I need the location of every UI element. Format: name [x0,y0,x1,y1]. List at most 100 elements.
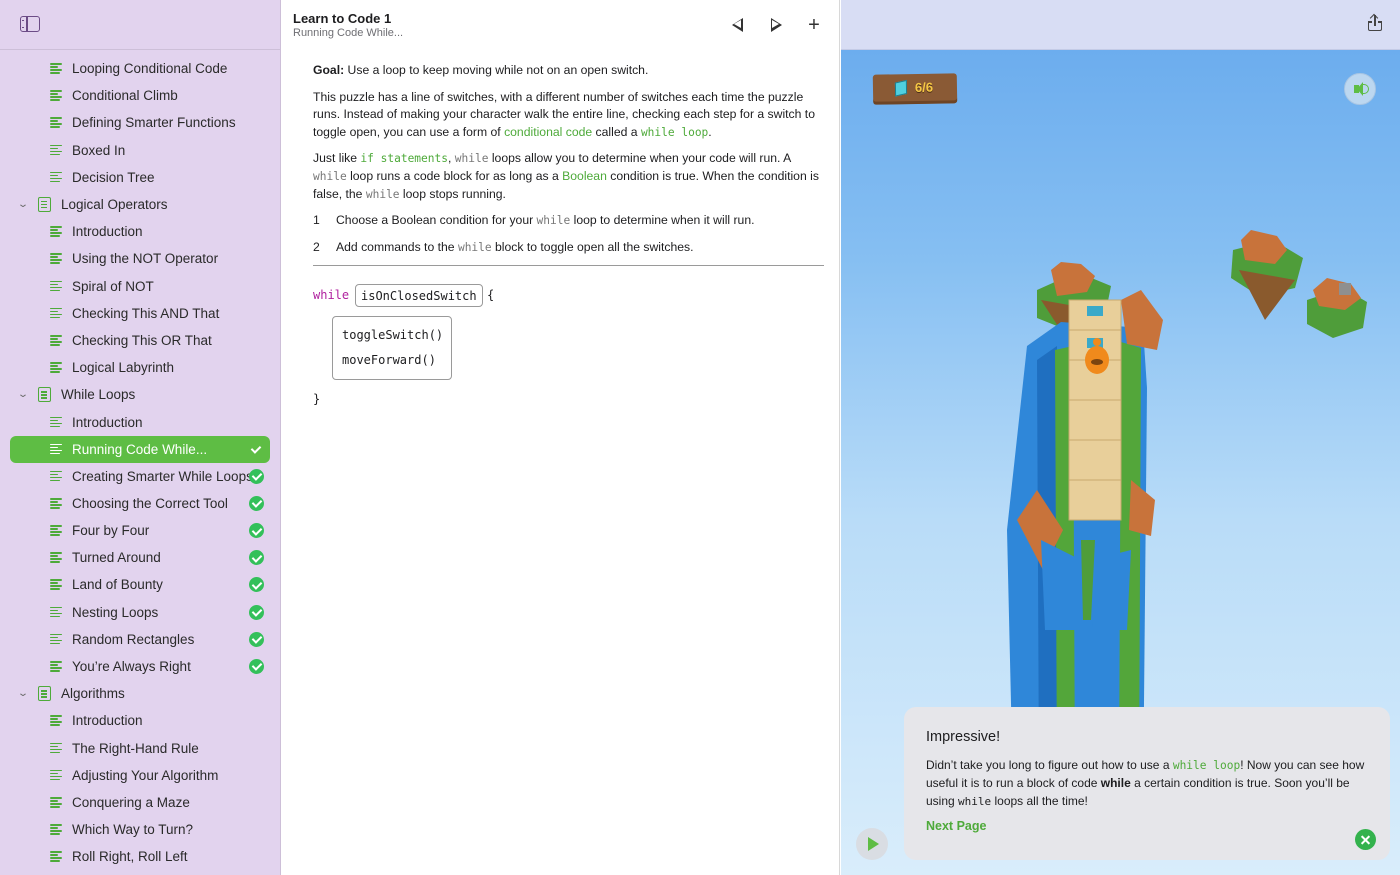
sidebar-page-item[interactable]: The Right-Hand Rule [0,735,280,762]
explain-paragraph: Just like if statements, while loops all… [313,150,825,203]
sidebar-page-item[interactable]: Which Way to Turn? [0,816,280,843]
code-line-move-forward[interactable]: moveForward() [342,353,436,367]
speaker-icon [1354,82,1363,96]
run-code-button[interactable] [856,828,888,860]
sidebar-page-item[interactable]: Adjusting Your Algorithm [0,762,280,789]
sidebar-page-item[interactable]: Land of Bounty [0,571,280,598]
glossary-link-if-statements[interactable]: if statements [360,152,448,165]
sidebar-item-label: Turned Around [72,550,161,566]
glossary-link-boolean[interactable]: Boolean [562,169,607,183]
sidebar-chapter[interactable]: ⌄ Algorithms [0,680,280,707]
sidebar-page-item[interactable]: Using the NOT Operator [0,245,280,272]
code-divider [313,265,824,266]
page-icon [50,90,62,101]
sidebar-page-item[interactable]: Roll Right, Roll Left [0,843,280,870]
next-page-link[interactable]: Next Page [926,819,986,833]
sidebar-item-label: Creating Smarter While Loops [72,468,253,484]
chevron-down-icon[interactable]: ⌄ [13,389,33,400]
page-icon [50,334,62,346]
chapter-icon [38,686,51,702]
sidebar-page-item[interactable]: Four by Four [0,517,280,544]
sidebar-page-item[interactable]: Running Code While... [10,435,270,463]
sidebar-item-label: Algorithms [61,686,125,702]
code-keyword-while[interactable]: while [313,288,349,302]
explain-text: Just like [313,151,361,166]
sidebar-page-item[interactable]: You’re Always Right [0,653,280,680]
previous-page-button[interactable] [726,14,748,36]
chevron-down-icon[interactable]: ⌄ [13,688,33,699]
sidebar-page-item[interactable]: Introduction [0,218,280,245]
page-icon [50,796,62,808]
intro-paragraph: This puzzle has a line of switches, with… [313,89,825,142]
page-icon [50,851,62,862]
loop-body-block[interactable]: toggleSwitch() moveForward() [332,316,452,380]
glossary-link-while-loop[interactable]: while loop [1173,759,1240,772]
gem-icon [894,79,908,97]
page-icon [50,226,62,237]
page-icon [50,171,62,183]
sidebar-item-label: Looping Conditional Code [72,61,228,77]
sidebar-page-item[interactable]: Conquering a Maze [0,789,280,816]
sidebar-page-item[interactable]: Checking This OR That [0,327,280,354]
code-line-toggle-switch[interactable]: toggleSwitch() [342,328,443,342]
explain-text: , [447,151,455,166]
sidebar-page-item[interactable]: Defining Smarter Functions [0,109,280,136]
completed-check-icon [249,658,264,674]
explain-text: loop stops running. [399,186,506,201]
goal-paragraph: Goal: Use a loop to keep moving while no… [313,62,825,80]
sidebar-page-item[interactable]: Creating Smarter While Loops [0,463,280,490]
sidebar-page-item[interactable]: Turned Around [0,544,280,571]
page-subtitle: Running Code While... [293,27,404,39]
sidebar-item-label: Running Code While... [72,441,208,457]
sidebar-item-label: Conditional Climb [72,88,178,104]
inline-code-while: while [454,152,489,166]
sidebar-item-label: Choosing the Correct Tool [72,495,228,511]
sidebar-page-item[interactable]: Spiral of NOT [0,273,280,300]
sound-button[interactable] [1344,73,1376,105]
sidebar-page-item[interactable]: Random Rectangles [0,626,280,653]
sidebar-nav-list: Looping Conditional Code Conditional Clim… [0,50,280,870]
chapter-icon [38,387,51,403]
page-icon [50,661,62,672]
sidebar-chapter[interactable]: ⌄ While Loops [0,381,280,408]
sidebar-item-label: Adjusting Your Algorithm [72,767,219,783]
sidebar-page-item[interactable]: Logical Labyrinth [0,354,280,381]
sidebar-item-label: Introduction [72,414,143,430]
sidebar-page-item[interactable]: Introduction [0,707,280,734]
code-open-brace: { [487,288,495,302]
sidebar-item-label: Logical Labyrinth [72,360,175,376]
completed-check-icon [249,495,264,511]
sidebar-page-item[interactable]: Checking This AND That [0,300,280,327]
close-icon[interactable] [1355,829,1376,850]
sidebar-page-item[interactable]: Boxed In [0,137,280,164]
sidebar-chapter[interactable]: ⌄ Logical Operators [0,191,280,218]
sidebar-page-item[interactable]: Decision Tree [0,164,280,191]
live-view: 6/6 Impressive! Didn’t take you long to … [841,0,1400,875]
sidebar-toggle-icon[interactable] [20,16,40,32]
page-icon [50,769,62,781]
success-title: Impressive! [926,729,1001,745]
previous-arrow-icon [731,18,743,32]
add-button[interactable]: + [803,14,825,36]
page-icon [50,606,62,618]
page-icon [50,443,62,455]
sidebar-page-item[interactable]: Looping Conditional Code [0,55,280,82]
glossary-link-conditional-code[interactable]: conditional code [504,125,592,139]
plus-icon: + [808,14,820,36]
sidebar-item-label: Land of Bounty [72,577,163,593]
next-arrow-icon [770,18,782,32]
sidebar-page-item[interactable]: Nesting Loops [0,599,280,626]
lesson-header: Learn to Code 1 Running Code While... + [281,0,839,50]
explain-text: loop runs a code block for as long as a [346,168,563,183]
chevron-down-icon[interactable]: ⌄ [13,199,33,210]
sidebar-page-item[interactable]: Conditional Climb [0,82,280,109]
page-icon [50,470,62,482]
step-number: 2 [313,239,320,254]
next-page-button[interactable] [765,14,787,36]
completed-check-icon [249,468,264,484]
sidebar-page-item[interactable]: Choosing the Correct Tool [0,490,280,517]
sidebar-page-item[interactable]: Introduction [0,408,280,435]
page-icon [50,824,62,835]
condition-placeholder[interactable]: isOnClosedSwitch [355,284,483,307]
glossary-link-while-loop[interactable]: while loop [641,126,708,139]
